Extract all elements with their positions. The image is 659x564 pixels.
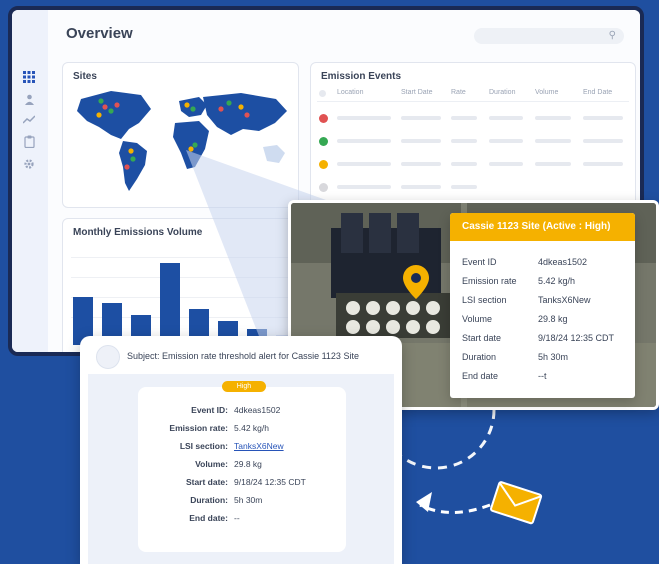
- emission-rate-label: Emission rate:: [169, 423, 228, 433]
- email-details-card: High Event ID: 4dkeas1502 Emission rate:…: [138, 381, 346, 552]
- event-id-value: 4dkeas1502: [538, 257, 588, 267]
- start-date-label: Start date: [462, 333, 502, 343]
- lsi-section-value: TanksX6New: [538, 295, 591, 305]
- lsi-section-link[interactable]: TanksX6New: [234, 441, 284, 451]
- lsi-section-label: LSI section: [462, 295, 507, 305]
- email-body: High Event ID: 4dkeas1502 Emission rate:…: [88, 374, 394, 564]
- volume-value: 29.8 kg: [234, 459, 262, 469]
- event-id-value: 4dkeas1502: [234, 405, 281, 415]
- end-date-value: --: [234, 513, 240, 523]
- envelope-icon: [490, 481, 543, 525]
- email-alert: Subject: Emission rate threshold alert f…: [80, 336, 402, 564]
- volume-label: Volume: [462, 314, 493, 324]
- emission-rate-value: 5.42 kg/h: [234, 423, 269, 433]
- emission-rate-value: 5.42 kg/h: [538, 276, 576, 286]
- event-id-label: Event ID: [462, 257, 497, 267]
- end-date-label: End date: [462, 371, 499, 381]
- end-date-label: End date:: [189, 513, 228, 523]
- volume-value: 29.8 kg: [538, 314, 568, 324]
- lsi-section-label: LSI section:: [179, 441, 228, 451]
- end-date-value: --t: [538, 371, 547, 381]
- severity-badge: High: [222, 381, 266, 392]
- start-date-label: Start date:: [185, 477, 228, 487]
- site-info-popup: Cassie 1123 Site (Active : High) Event I…: [450, 213, 635, 398]
- volume-label: Volume:: [195, 459, 228, 469]
- duration-label: Duration:: [190, 495, 228, 505]
- duration-value: 5h 30m: [538, 352, 569, 362]
- event-id-label: Event ID:: [191, 405, 228, 415]
- duration-value: 5h 30m: [234, 495, 263, 505]
- avatar: [96, 345, 120, 369]
- start-date-value: 9/18/24 12:35 CDT: [234, 477, 306, 487]
- emission-rate-label: Emission rate: [462, 276, 517, 286]
- start-date-value: 9/18/24 12:35 CDT: [538, 333, 615, 343]
- location-pin-icon[interactable]: [403, 265, 429, 299]
- site-popup-title: Cassie 1123 Site (Active : High): [450, 213, 635, 241]
- email-subject: Subject: Emission rate threshold alert f…: [127, 351, 359, 361]
- duration-label: Duration: [462, 352, 497, 362]
